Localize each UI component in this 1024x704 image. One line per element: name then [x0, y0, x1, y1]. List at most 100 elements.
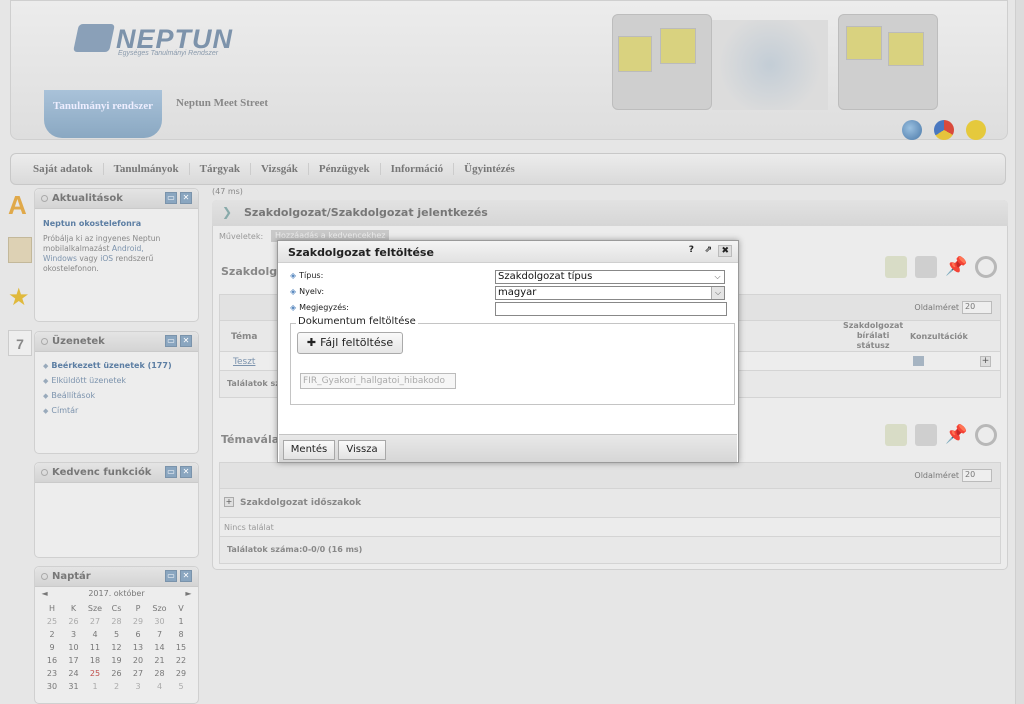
calendar-day[interactable]: 30: [42, 682, 63, 691]
minimize-icon[interactable]: ▭: [165, 570, 177, 582]
calendar-day[interactable]: 20: [128, 656, 149, 665]
export-icon[interactable]: [885, 424, 907, 446]
calendar-day[interactable]: 29: [171, 669, 192, 678]
pin-icon[interactable]: 📌: [945, 424, 967, 446]
calendar-day[interactable]: 26: [106, 669, 127, 678]
calendar-day[interactable]: 27: [85, 617, 106, 626]
file-upload-button[interactable]: ✚ Fájl feltöltése: [297, 332, 403, 354]
close-icon[interactable]: ✖: [718, 245, 732, 257]
next-month-icon[interactable]: ►: [185, 589, 191, 598]
calendar-day[interactable]: 13: [128, 643, 149, 652]
calendar-day[interactable]: 10: [63, 643, 84, 652]
menu-targyak[interactable]: Tárgyak: [190, 163, 251, 175]
minimize-icon[interactable]: ▭: [165, 335, 177, 347]
inbox-link[interactable]: Beérkezett üzenetek (177): [43, 361, 190, 370]
calendar-day[interactable]: 7: [149, 630, 170, 639]
page-size-select[interactable]: 20: [962, 469, 992, 482]
calendar-day[interactable]: 5: [106, 630, 127, 639]
tab-meet-street[interactable]: Neptun Meet Street: [176, 97, 268, 109]
ios-link[interactable]: iOS: [100, 254, 113, 263]
minimize-icon[interactable]: ▭: [165, 192, 177, 204]
calendar-day[interactable]: 3: [128, 682, 149, 691]
menu-ugyintezes[interactable]: Ügyintézés: [454, 163, 525, 175]
color-theme-icon[interactable]: [934, 120, 954, 140]
calendar-day[interactable]: 26: [63, 617, 84, 626]
menu-vizsgak[interactable]: Vizsgák: [251, 163, 309, 175]
calendar-day[interactable]: 22: [171, 656, 192, 665]
calendar-day[interactable]: 31: [63, 682, 84, 691]
address-book-link[interactable]: Címtár: [43, 406, 190, 415]
expand-icon[interactable]: +: [224, 497, 234, 507]
calendar-side-icon[interactable]: 7: [8, 330, 32, 356]
globe-icon[interactable]: [902, 120, 922, 140]
thesis-link[interactable]: Teszt: [233, 357, 255, 367]
calendar-day[interactable]: 14: [149, 643, 170, 652]
calendar-day[interactable]: 21: [149, 656, 170, 665]
pin-icon[interactable]: 📌: [945, 256, 967, 278]
tab-tanulmanyi-rendszer[interactable]: Tanulmányi rendszer: [44, 90, 162, 138]
close-icon[interactable]: ✕: [180, 570, 192, 582]
menu-penzugyek[interactable]: Pénzügyek: [309, 163, 381, 175]
menu-sajat-adatok[interactable]: Saját adatok: [23, 163, 104, 175]
minimize-icon[interactable]: ▭: [165, 466, 177, 478]
calendar-day[interactable]: 11: [85, 643, 106, 652]
calendar-day[interactable]: 2: [106, 682, 127, 691]
android-link[interactable]: Android,: [112, 244, 144, 253]
sent-messages-link[interactable]: Elküldött üzenetek: [43, 376, 190, 385]
page-scrollbar[interactable]: [1015, 0, 1024, 704]
type-select[interactable]: Szakdolgozat típus ⌵: [495, 270, 725, 284]
star-side-icon[interactable]: ★: [8, 283, 32, 311]
help-icon[interactable]: ?: [689, 245, 694, 255]
mail-side-icon[interactable]: [8, 237, 32, 263]
calendar-day[interactable]: 17: [63, 656, 84, 665]
calendar-day[interactable]: 24: [63, 669, 84, 678]
col-header-konzultaciok[interactable]: Konzultációk: [910, 332, 968, 341]
save-button[interactable]: Mentés: [283, 440, 335, 460]
calendar-day[interactable]: 9: [42, 643, 63, 652]
accessibility-icon[interactable]: [966, 120, 986, 140]
language-select[interactable]: magyar ⌵: [495, 286, 725, 300]
close-icon[interactable]: ✕: [180, 192, 192, 204]
calendar-day[interactable]: 19: [106, 656, 127, 665]
calendar-day[interactable]: 29: [128, 617, 149, 626]
calendar-day[interactable]: 16: [42, 656, 63, 665]
row-action-icon[interactable]: +: [980, 356, 991, 367]
calendar-day[interactable]: 18: [85, 656, 106, 665]
calendar-day[interactable]: 25: [42, 617, 63, 626]
consultation-icon[interactable]: [913, 356, 924, 366]
menu-informacio[interactable]: Információ: [381, 163, 455, 175]
page-size-select[interactable]: 20: [962, 301, 992, 314]
close-icon[interactable]: ✕: [180, 466, 192, 478]
calendar-day[interactable]: 25: [85, 669, 106, 678]
calendar-day[interactable]: 8: [171, 630, 192, 639]
calendar-day[interactable]: 12: [106, 643, 127, 652]
prev-month-icon[interactable]: ◄: [42, 589, 48, 598]
print-icon[interactable]: [915, 256, 937, 278]
print-icon[interactable]: [915, 424, 937, 446]
calendar-day[interactable]: 1: [85, 682, 106, 691]
calendar-day[interactable]: 15: [171, 643, 192, 652]
back-button[interactable]: Vissza: [338, 440, 386, 460]
export-icon[interactable]: [885, 256, 907, 278]
message-settings-link[interactable]: Beállítások: [43, 391, 190, 400]
calendar-day[interactable]: 6: [128, 630, 149, 639]
calendar-day[interactable]: 5: [171, 682, 192, 691]
news-side-icon[interactable]: A: [8, 190, 32, 220]
col-header-status[interactable]: Szakdolgozat: [843, 321, 903, 331]
calendar-day[interactable]: 2: [42, 630, 63, 639]
windows-link[interactable]: Windows: [43, 254, 77, 263]
search-icon[interactable]: [975, 424, 997, 446]
menu-tanulmanyok[interactable]: Tanulmányok: [104, 163, 190, 175]
col-header-tema[interactable]: Téma: [231, 332, 258, 342]
calendar-day[interactable]: 23: [42, 669, 63, 678]
calendar-day[interactable]: 30: [149, 617, 170, 626]
search-icon[interactable]: [975, 256, 997, 278]
calendar-day[interactable]: 4: [149, 682, 170, 691]
popout-icon[interactable]: ⇗: [704, 245, 712, 255]
close-icon[interactable]: ✕: [180, 335, 192, 347]
calendar-day[interactable]: 28: [106, 617, 127, 626]
calendar-day[interactable]: 28: [149, 669, 170, 678]
calendar-day[interactable]: 3: [63, 630, 84, 639]
file-name-field[interactable]: FIR_Gyakori_hallgatoi_hibakodo: [300, 373, 456, 389]
calendar-day[interactable]: 4: [85, 630, 106, 639]
